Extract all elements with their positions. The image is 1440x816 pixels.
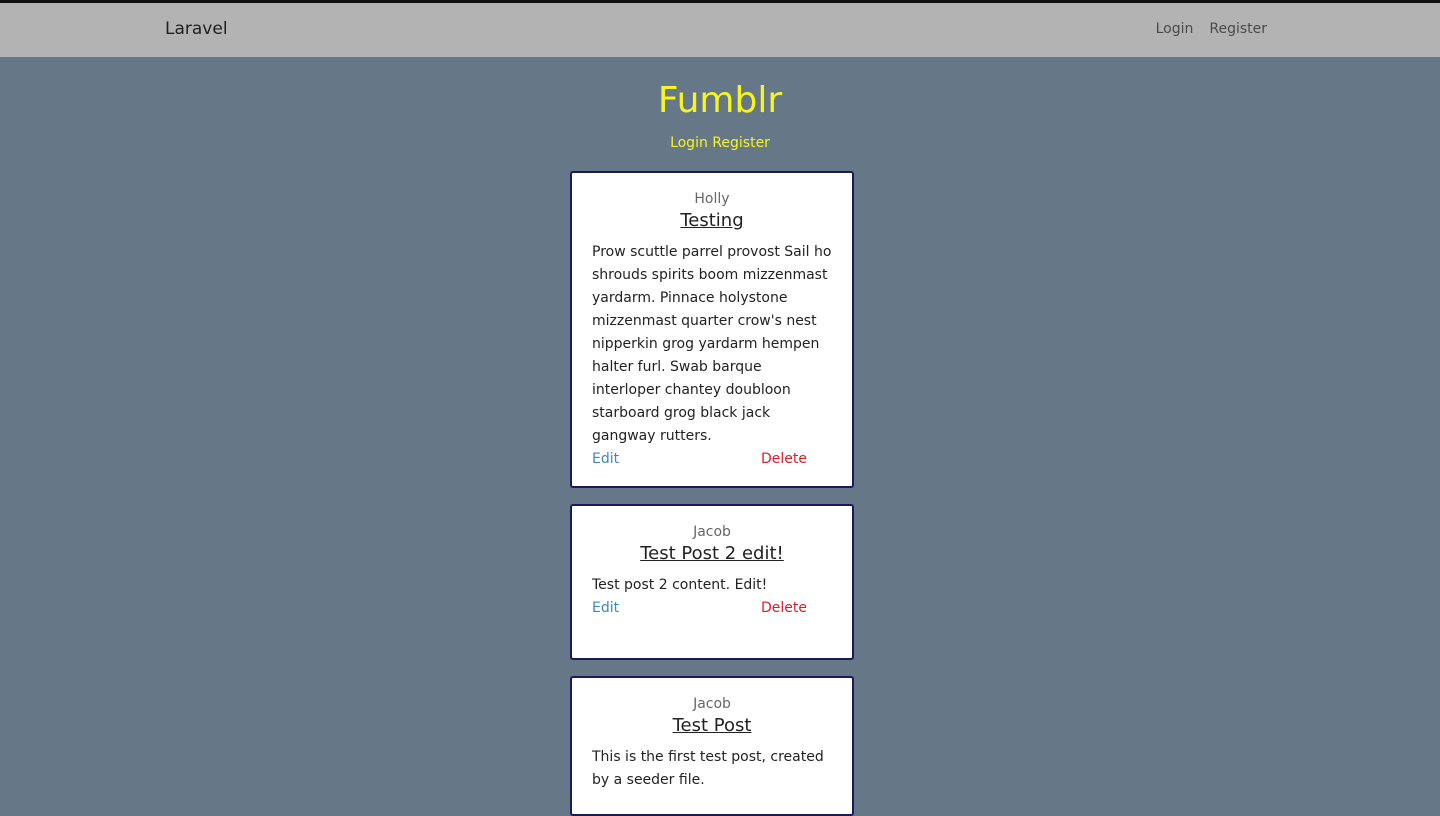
post-body: Test post 2 content. Edit! [592, 577, 768, 593]
header-register-link[interactable]: Register [712, 135, 770, 151]
post-author: Holly [694, 191, 730, 207]
header-auth-links: Login Register [0, 135, 1440, 151]
post-card: Jacob Test Post This is the first test p… [570, 676, 854, 816]
header-login-link[interactable]: Login [670, 135, 708, 151]
post-body: This is the first test post, created by … [592, 749, 824, 788]
edit-post-link[interactable]: Edit [592, 448, 619, 471]
navbar-login-link[interactable]: Login [1156, 21, 1194, 37]
navbar: Laravel Login Register [0, 3, 1440, 57]
delete-post-link[interactable]: Delete [761, 597, 807, 620]
post-card: Holly Testing Prow scuttle parrel provos… [570, 171, 854, 488]
site-title: Fumblr [657, 80, 783, 121]
post-actions: Edit Delete [592, 597, 807, 620]
post-actions: Edit Delete [592, 448, 807, 471]
post-card: Jacob Test Post 2 edit! Test post 2 cont… [570, 504, 854, 660]
post-title-link[interactable]: Testing [592, 209, 832, 233]
post-title-link[interactable]: Test Post [592, 714, 832, 738]
post-author: Jacob [693, 696, 731, 712]
edit-post-link[interactable]: Edit [592, 597, 619, 620]
navbar-brand-link[interactable]: Laravel [165, 19, 228, 39]
post-body: Prow scuttle parrel provost Sail ho shro… [592, 244, 832, 444]
navbar-links: Login Register [1156, 21, 1267, 37]
post-author: Jacob [693, 524, 731, 540]
post-title-link[interactable]: Test Post 2 edit! [592, 542, 832, 566]
navbar-register-link[interactable]: Register [1209, 21, 1267, 37]
delete-post-link[interactable]: Delete [761, 448, 807, 471]
